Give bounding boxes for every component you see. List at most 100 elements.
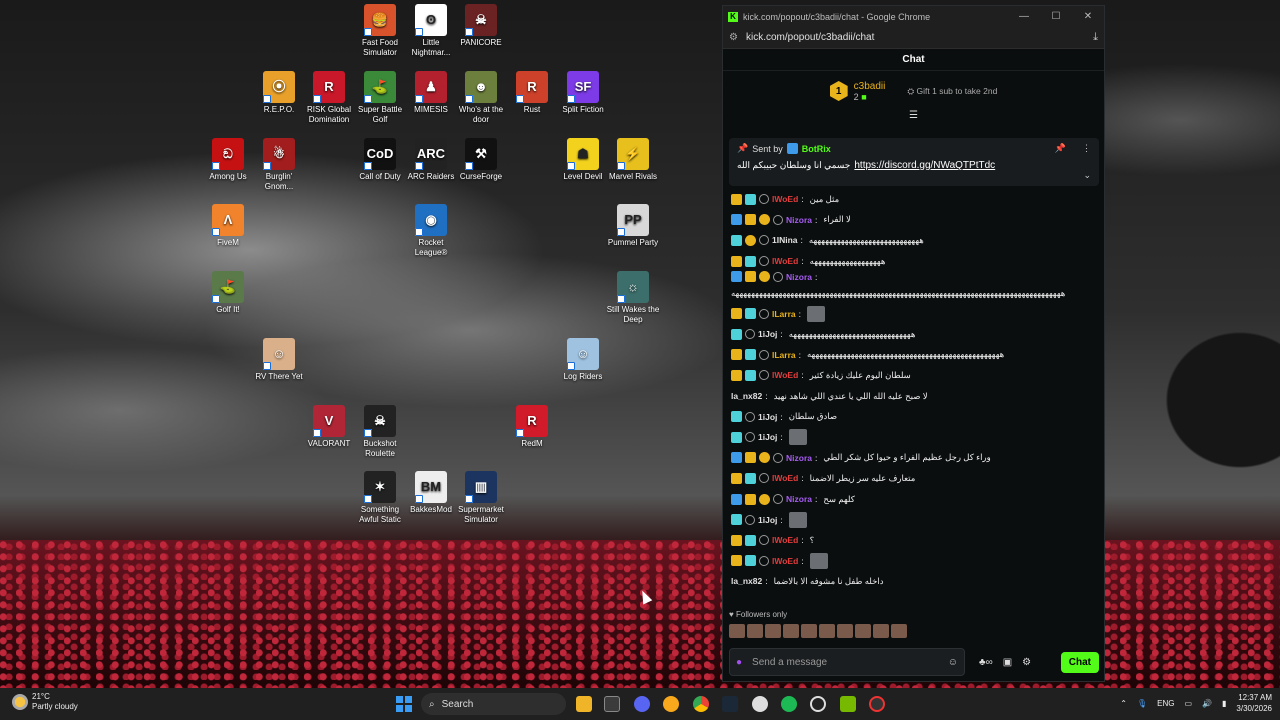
emote-strip[interactable] xyxy=(729,624,907,638)
pinned-message[interactable]: 📌 Sent by BotRix 📌 ⋮ جسمي انا وسلطان حبي… xyxy=(729,138,1099,186)
chat-username[interactable]: lLarra xyxy=(772,309,796,319)
minimize-icon[interactable]: — xyxy=(1008,11,1040,22)
sub-badge-icon[interactable] xyxy=(759,271,770,283)
desktop-shortcut[interactable]: Λ FiveM xyxy=(200,204,256,248)
crown-badge-icon[interactable] xyxy=(745,493,756,505)
ver-badge-icon[interactable] xyxy=(759,473,769,484)
chat-username[interactable]: 1iJoj xyxy=(758,412,777,422)
app-icon[interactable] xyxy=(663,696,679,712)
emote-thumb[interactable] xyxy=(765,624,781,638)
network-icon[interactable]: ▭ xyxy=(1184,699,1192,708)
settings-gear-icon[interactable] xyxy=(752,696,768,712)
nvidia-icon[interactable] xyxy=(840,696,856,712)
chrome-icon[interactable] xyxy=(693,696,709,712)
ver-badge-icon[interactable] xyxy=(759,194,769,205)
desktop-shortcut[interactable]: ◉ Rocket League® xyxy=(403,204,459,258)
crown-badge-icon[interactable] xyxy=(731,555,742,567)
og-badge-icon[interactable] xyxy=(731,431,742,443)
desktop-shortcut[interactable]: ⛳ Super Battle Golf xyxy=(352,71,408,125)
desktop-shortcut[interactable]: V VALORANT xyxy=(301,405,357,449)
settings-icon[interactable]: ⚙ xyxy=(1022,657,1031,668)
spotify-icon[interactable] xyxy=(781,696,797,712)
desktop-shortcut[interactable]: 🍔 Fast Food Simulator xyxy=(352,4,408,58)
clock[interactable]: 12:37 AM 3/30/2026 xyxy=(1236,692,1272,714)
desktop-shortcut[interactable]: ⦿ R.E.P.O. xyxy=(251,71,307,115)
pinned-bot-name[interactable]: BotRix xyxy=(802,144,831,154)
chat-username[interactable]: la_nx82 xyxy=(731,391,762,401)
desktop-shortcut[interactable]: ☼ Still Wakes the Deep xyxy=(605,271,661,325)
desktop-shortcut[interactable]: ⛳ Golf It! xyxy=(200,271,256,315)
obs-icon[interactable] xyxy=(810,696,826,712)
message-input[interactable]: ● Send a message ☺ xyxy=(729,648,965,676)
chat-username[interactable]: lWoEd xyxy=(772,535,798,545)
chat-username[interactable]: lWoEd xyxy=(772,473,798,483)
desktop-shortcut[interactable]: ARC ARC Raiders xyxy=(403,138,459,182)
chat-message[interactable]: lWoEd: ؟ xyxy=(731,530,1097,551)
chat-message[interactable]: 1iJoj: xyxy=(731,427,1097,448)
chat-message[interactable]: la_nx82: لا صبح عليه الله اللي يا عندي ال… xyxy=(731,386,1097,407)
desktop-shortcut[interactable]: ʘ Little Nightmar... xyxy=(403,4,459,58)
chat-username[interactable]: 1iJoj xyxy=(758,432,777,442)
chat-username[interactable]: lWoEd xyxy=(772,256,798,266)
desktop-shortcut[interactable]: R Rust xyxy=(504,71,560,115)
sub-badge-icon[interactable] xyxy=(759,493,770,505)
chat-username[interactable]: lWoEd xyxy=(772,370,798,380)
sub-badge-icon[interactable] xyxy=(759,452,770,464)
mod-badge-icon[interactable] xyxy=(731,271,742,283)
mod-badge-icon[interactable] xyxy=(731,452,742,464)
battery-icon[interactable]: ▮ xyxy=(1222,699,1226,708)
og-badge-icon[interactable] xyxy=(745,369,756,381)
chat-message[interactable]: 1INina: ههههههههههههههههههههههههههههه xyxy=(731,230,1097,251)
chat-username[interactable]: Nizora xyxy=(786,453,812,463)
emote-thumb[interactable] xyxy=(873,624,889,638)
send-chat-button[interactable]: Chat xyxy=(1060,651,1099,673)
og-badge-icon[interactable] xyxy=(731,411,742,423)
mod-badge-icon[interactable] xyxy=(731,493,742,505)
ver-badge-icon[interactable] xyxy=(759,308,769,319)
desktop-shortcut[interactable]: R RedM xyxy=(504,405,560,449)
chat-message[interactable]: lLarra: xyxy=(731,303,1097,324)
emote-image[interactable] xyxy=(807,305,825,322)
chat-message[interactable]: lWoEd: سلطان اليوم عليك زيادة كثير xyxy=(731,365,1097,386)
ver-badge-icon[interactable] xyxy=(745,329,755,340)
chat-message[interactable]: lWoEd: ههههههههههههههههههه xyxy=(731,251,1097,272)
desktop-shortcut[interactable]: ✶ Something Awful Static xyxy=(352,471,408,525)
emote-thumb[interactable] xyxy=(747,624,763,638)
weather-widget[interactable]: 21°C Partly cloudy xyxy=(12,692,78,712)
chat-message[interactable]: Nizora: وراء كل رجل عظيم الفراء و حيوا كل… xyxy=(731,448,1097,469)
desktop-shortcut[interactable]: ☺ RV There Yet xyxy=(251,338,307,382)
og-badge-icon[interactable] xyxy=(745,534,756,546)
gift-leaderboard[interactable]: 1 c3badii 2 ■ ⛭ Gift 1 sub to take 2nd xyxy=(723,71,1104,111)
ver-badge-icon[interactable] xyxy=(773,452,783,463)
ver-badge-icon[interactable] xyxy=(759,555,769,566)
crown-badge-icon[interactable] xyxy=(745,452,756,464)
emote-image[interactable] xyxy=(788,511,807,528)
chat-message[interactable]: Nizora: كلهم سح xyxy=(731,489,1097,510)
desktop-shortcut[interactable]: BM BakkesMod xyxy=(403,471,459,515)
desktop-shortcut[interactable]: ☻ Who's at the door xyxy=(453,71,509,125)
chat-username[interactable]: Nizora xyxy=(786,215,812,225)
emote-thumb[interactable] xyxy=(891,624,907,638)
chat-message[interactable]: 1iJoj: xyxy=(731,509,1097,530)
og-badge-icon[interactable] xyxy=(731,328,742,340)
sub-badge-icon[interactable] xyxy=(759,214,770,226)
chat-username[interactable]: 1iJoj xyxy=(758,515,777,525)
gift-icon[interactable]: ▣ xyxy=(1003,657,1012,668)
mic-tray-icon[interactable]: 🎙 xyxy=(1137,699,1147,708)
site-info-icon[interactable]: ⚙ xyxy=(729,32,738,43)
chat-username[interactable]: Nizora xyxy=(786,272,812,282)
crown-badge-icon[interactable] xyxy=(745,271,756,283)
close-icon[interactable]: ✕ xyxy=(1072,11,1104,22)
tray-app-icon[interactable] xyxy=(869,696,885,712)
ver-badge-icon[interactable] xyxy=(773,494,783,505)
desktop-shortcut[interactable]: ☗ Level Devil xyxy=(555,138,611,182)
og-badge-icon[interactable] xyxy=(731,514,742,526)
windows-start-icon[interactable] xyxy=(396,696,412,712)
og-badge-icon[interactable] xyxy=(745,472,756,484)
desktop-shortcut[interactable]: ඞ Among Us xyxy=(200,138,256,182)
chat-message[interactable]: la_nx82: داخله طفل نا مشوفه الا بالاضما xyxy=(731,571,1097,592)
store-icon[interactable] xyxy=(604,696,620,712)
ver-badge-icon[interactable] xyxy=(759,256,769,267)
crown-badge-icon[interactable] xyxy=(731,255,742,267)
chat-username[interactable]: lLarra xyxy=(772,350,796,360)
